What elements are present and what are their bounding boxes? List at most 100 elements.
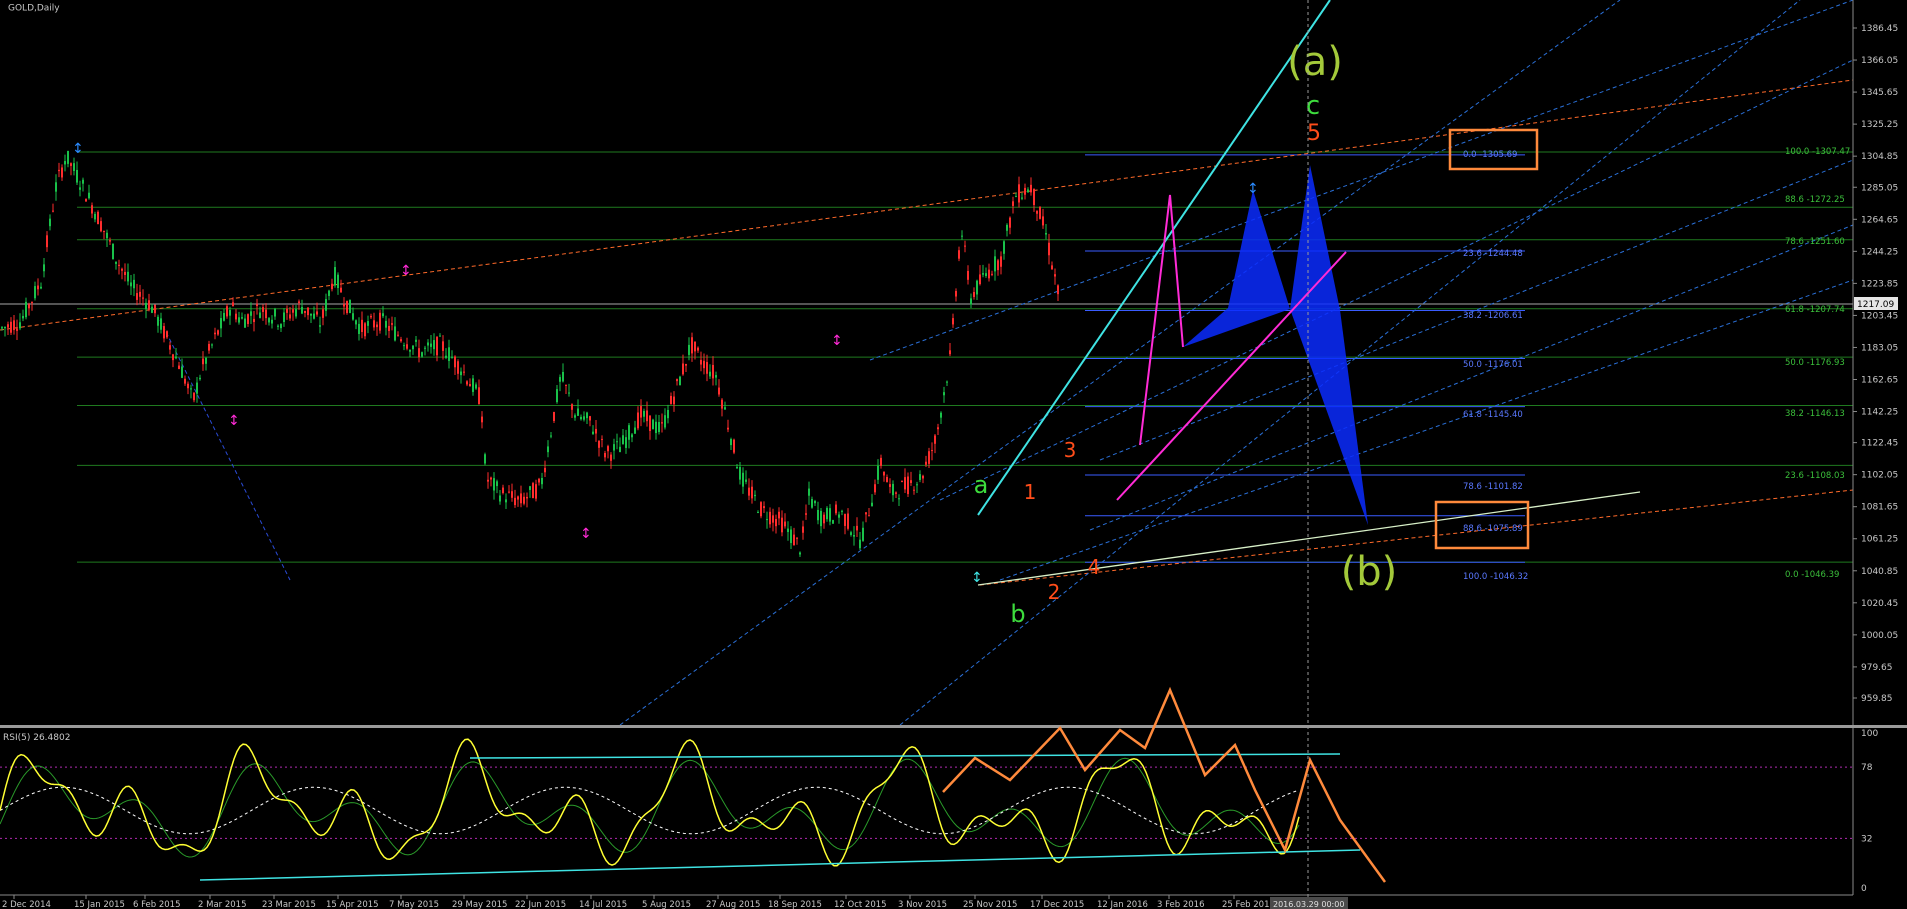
price-tick-label: 1081.65: [1861, 503, 1898, 513]
candle-body: [259, 312, 261, 318]
fractal-arrow: ↕: [580, 526, 592, 542]
time-tick-label: 2 Mar 2015: [198, 900, 246, 909]
candle-body: [1051, 265, 1053, 270]
candle-body: [526, 496, 528, 499]
candle-body: [7, 324, 9, 328]
candle-body: [382, 313, 384, 317]
candle-body: [589, 416, 591, 421]
candle-body: [355, 320, 357, 325]
candle-body: [49, 218, 51, 227]
candle-body: [361, 319, 363, 332]
candle-body: [400, 339, 402, 342]
candle-body: [976, 280, 978, 295]
price-tick-label: 1020.45: [1861, 599, 1898, 609]
candle-body: [199, 377, 201, 380]
candle-body: [592, 431, 594, 434]
candle-body: [640, 406, 642, 418]
price-tick-label: 1304.85: [1861, 152, 1898, 162]
candle-body: [754, 494, 756, 497]
candle-body: [418, 348, 420, 358]
candle-body: [319, 325, 321, 327]
candle-body: [835, 504, 837, 514]
time-tick-label: 12 Oct 2015: [834, 900, 887, 909]
time-tick-label: 12 Jan 2016: [1097, 900, 1148, 909]
candle-body: [334, 267, 336, 286]
time-tick-label: 27 Aug 2015: [706, 900, 760, 909]
candle-body: [550, 435, 552, 437]
candle-body: [520, 493, 522, 504]
candle-body: [898, 498, 900, 500]
candle-body: [964, 245, 966, 247]
candle-body: [736, 466, 738, 469]
candle-body: [946, 381, 948, 383]
candle-body: [493, 478, 495, 491]
candle-body: [271, 319, 273, 324]
candle-body: [661, 422, 663, 424]
wave-label-big-a: (a): [1287, 39, 1343, 85]
candle-body: [982, 273, 984, 275]
candle-body: [880, 457, 882, 466]
candle-body: [1, 327, 3, 329]
candle-body: [484, 454, 486, 464]
candle-body: [1024, 187, 1026, 195]
time-tick-label: 3 Feb 2016: [1157, 900, 1205, 909]
price-tick-label: 1244.25: [1861, 247, 1898, 257]
candle-body: [730, 439, 732, 446]
candle-body: [886, 477, 888, 483]
candle-body: [865, 512, 867, 515]
candle-body: [583, 416, 585, 420]
candle-body: [469, 384, 471, 387]
candle-body: [814, 500, 816, 504]
time-tick-label: 18 Sep 2015: [768, 900, 822, 909]
candle-body: [787, 528, 789, 533]
time-tick-label: 17 Dec 2015: [1030, 900, 1084, 909]
candle-body: [28, 304, 30, 309]
candle-body: [388, 325, 390, 331]
price-tick-label: 1264.65: [1861, 215, 1898, 225]
candle-body: [31, 302, 33, 304]
candle-body: [202, 358, 204, 365]
candle-body: [958, 250, 960, 259]
candle-body: [862, 527, 864, 541]
candle-body: [1048, 242, 1050, 256]
candle-body: [643, 410, 645, 417]
candle-body: [619, 446, 621, 453]
fib-left-label: 100.0 -1307.47: [1785, 147, 1850, 157]
candle-body: [607, 446, 609, 452]
candle-body: [16, 328, 18, 331]
candle-body: [445, 355, 447, 358]
candle-body: [145, 302, 147, 309]
candle-body: [472, 378, 474, 392]
candle-body: [421, 352, 423, 357]
candle-body: [535, 484, 537, 499]
candle-body: [46, 235, 48, 248]
candle-body: [352, 313, 354, 320]
candle-body: [691, 337, 693, 354]
panel-separator: [0, 725, 1907, 728]
candle-body: [529, 486, 531, 490]
candle-body: [613, 444, 615, 451]
candle-body: [115, 261, 117, 264]
candle-body: [94, 213, 96, 220]
candle-body: [919, 474, 921, 480]
fib-right-label: 88.6 -1075.89: [1463, 524, 1523, 534]
candle-body: [739, 466, 741, 480]
candle-body: [1015, 196, 1017, 198]
candle-body: [1000, 256, 1002, 267]
candle-body: [283, 312, 285, 323]
candle-body: [784, 521, 786, 527]
candle-body: [586, 412, 588, 419]
candle-body: [781, 517, 783, 533]
price-tick-label: 1040.85: [1861, 567, 1898, 577]
candle-body: [889, 484, 891, 487]
candle-body: [916, 484, 918, 486]
candle-body: [97, 211, 99, 225]
candle-body: [34, 286, 36, 299]
candle-body: [337, 274, 339, 289]
candle-body: [187, 383, 189, 389]
candle-body: [391, 323, 393, 325]
candle-body: [241, 317, 243, 319]
candle-body: [175, 356, 177, 359]
candle-body: [820, 510, 822, 527]
candle-body: [91, 205, 93, 214]
